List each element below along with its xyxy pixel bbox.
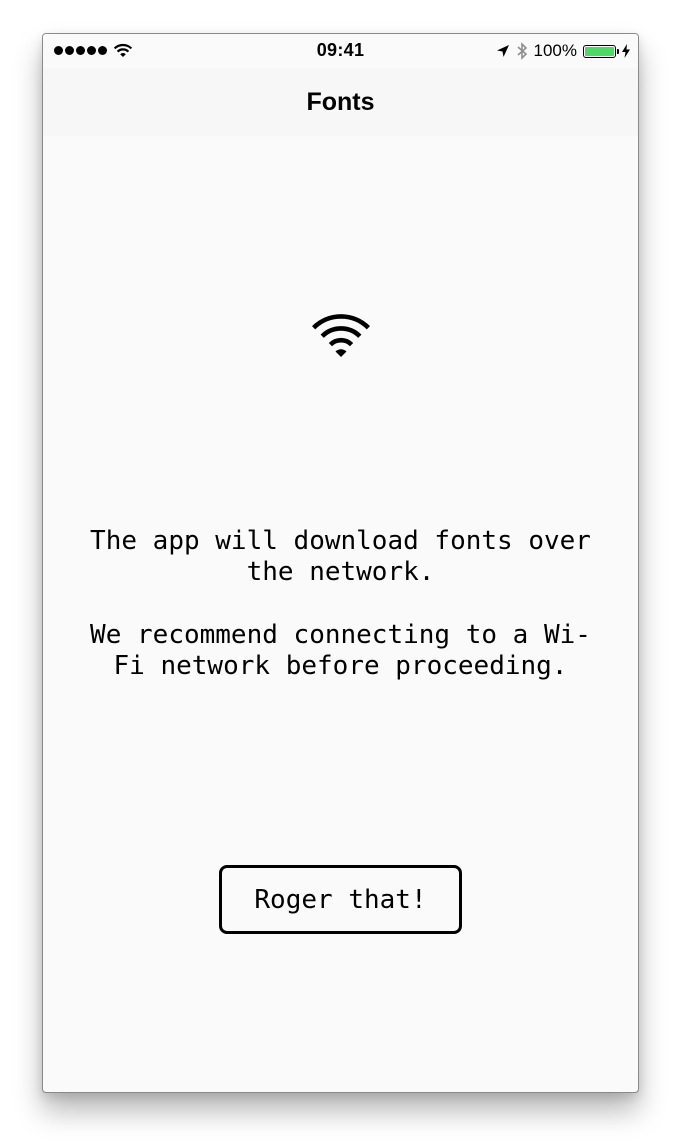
navigation-bar: Fonts [43, 68, 638, 136]
wifi-recommendation-text: We recommend connecting to a Wi-Fi netwo… [90, 620, 591, 681]
location-arrow-icon [496, 45, 509, 57]
charging-bolt-icon [622, 44, 630, 58]
page-title: Fonts [306, 88, 375, 116]
download-notice-text: The app will download fonts over the net… [90, 526, 591, 587]
status-bar: 09:41 100% [43, 34, 638, 68]
battery-percent: 100% [533, 41, 577, 60]
bluetooth-icon [516, 42, 527, 60]
phone-screen: 09:41 100% Fonts The app will download f… [42, 33, 639, 1093]
main-content: The app will download fonts over the net… [43, 136, 638, 1092]
battery-icon [583, 44, 619, 58]
wifi-icon [311, 314, 371, 357]
status-right-group: 100% [496, 40, 630, 62]
roger-that-button[interactable]: Roger that! [219, 865, 462, 934]
